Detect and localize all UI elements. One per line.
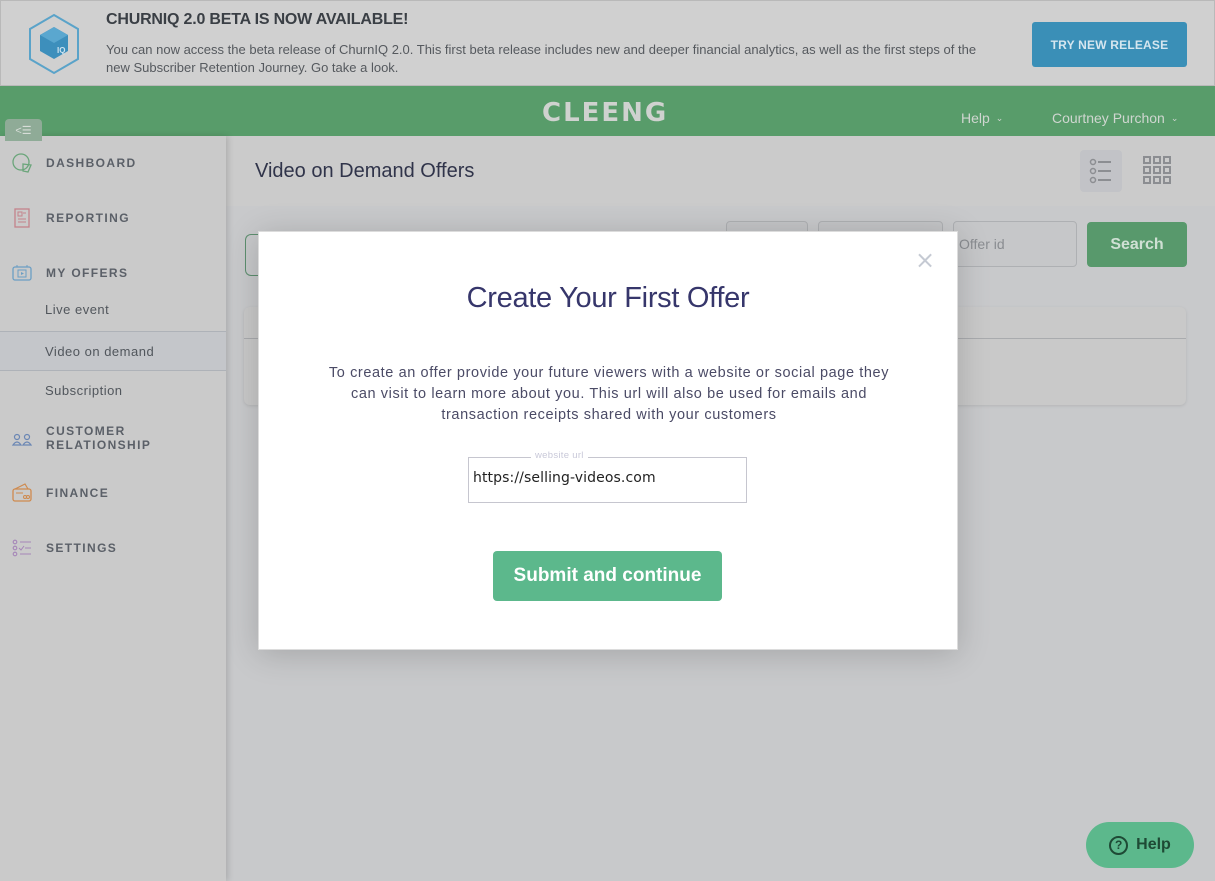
sidebar-sub-label: Video on demand	[45, 343, 155, 359]
sidebar-item-settings[interactable]: SETTINGS	[0, 533, 226, 563]
sidebar-item-customer-relationship[interactable]: CUSTOMER RELATIONSHIP	[0, 423, 226, 453]
sidebar-label: MY OFFERS	[46, 266, 129, 280]
sidebar-item-my-offers[interactable]: MY OFFERS	[0, 258, 226, 288]
chevron-down-icon: ⌄	[995, 113, 1004, 123]
sidebar-item-dashboard[interactable]: DASHBOARD	[0, 148, 226, 178]
sidebar-subitem-subscription[interactable]: Subscription	[0, 370, 226, 410]
finance-card-icon	[12, 483, 32, 502]
sidebar-subitem-video-on-demand[interactable]: Video on demand	[0, 331, 226, 371]
announcement-banner: IQ CHURNIQ 2.0 BETA IS NOW AVAILABLE! Yo…	[0, 0, 1215, 86]
settings-list-icon	[12, 539, 31, 557]
help-floating-button[interactable]: ? Help	[1086, 822, 1194, 868]
svg-text:IQ: IQ	[57, 46, 65, 55]
sidebar-label: CUSTOMER RELATIONSHIP	[46, 424, 152, 452]
user-name: Courtney Purchon	[1052, 110, 1165, 126]
sidebar-label: REPORTING	[46, 211, 130, 225]
dashboard-pie-icon	[12, 153, 32, 173]
website-url-input[interactable]	[473, 470, 741, 486]
report-document-icon	[14, 208, 30, 228]
help-button-label: Help	[1136, 836, 1171, 853]
banner-title: CHURNIQ 2.0 BETA IS NOW AVAILABLE!	[106, 11, 409, 28]
sidebar-sub-label: Subscription	[45, 382, 123, 398]
close-icon[interactable]: ×	[915, 246, 935, 274]
sidebar-item-reporting[interactable]: REPORTING	[0, 203, 226, 233]
customers-icon	[11, 433, 33, 446]
list-view-icon	[1089, 158, 1111, 184]
website-url-label: website url	[531, 450, 588, 461]
video-offers-icon	[12, 265, 32, 281]
create-offer-modal: × Create Your First Offer To create an o…	[258, 231, 958, 650]
sidebar: DASHBOARD REPORTING MY OFFERS Live event…	[0, 136, 226, 881]
grid-view-icon	[1143, 156, 1171, 184]
banner-text: You can now access the beta release of C…	[106, 42, 977, 75]
sidebar-label: DASHBOARD	[46, 156, 137, 170]
help-menu[interactable]: Help ⌄	[961, 110, 1003, 126]
churniq-cube-icon: IQ	[29, 13, 79, 75]
sidebar-label: SETTINGS	[46, 541, 118, 555]
offer-id-input[interactable]: Offer id	[953, 221, 1077, 267]
try-new-release-button[interactable]: TRY NEW RELEASE	[1032, 22, 1187, 67]
page-header: Video on Demand Offers	[226, 136, 1215, 206]
top-navbar: CLEENG Help ⌄ Courtney Purchon ⌄	[0, 86, 1215, 136]
sidebar-sub-label: Live event	[45, 301, 110, 317]
modal-title: Create Your First Offer	[466, 282, 750, 314]
grid-view-button[interactable]	[1136, 150, 1178, 192]
sidebar-subitem-live-event[interactable]: Live event	[0, 289, 226, 329]
cleeng-logo[interactable]: CLEENG	[542, 98, 668, 128]
sidebar-label: FINANCE	[46, 486, 110, 500]
help-menu-label: Help	[961, 110, 990, 126]
modal-description: To create an offer provide your future v…	[328, 365, 890, 423]
question-circle-icon: ?	[1109, 835, 1129, 855]
page-title: Video on Demand Offers	[255, 160, 475, 182]
search-button[interactable]: Search	[1087, 222, 1187, 267]
website-url-field[interactable]: website url	[468, 450, 747, 503]
chevron-down-icon: ⌄	[1170, 113, 1179, 123]
user-menu[interactable]: Courtney Purchon ⌄	[1052, 110, 1178, 126]
submit-and-continue-button[interactable]: Submit and continue	[493, 551, 722, 601]
sidebar-item-finance[interactable]: FINANCE	[0, 478, 226, 508]
sidebar-collapse-button[interactable]: <☰	[5, 119, 42, 141]
list-view-button[interactable]	[1080, 150, 1122, 192]
